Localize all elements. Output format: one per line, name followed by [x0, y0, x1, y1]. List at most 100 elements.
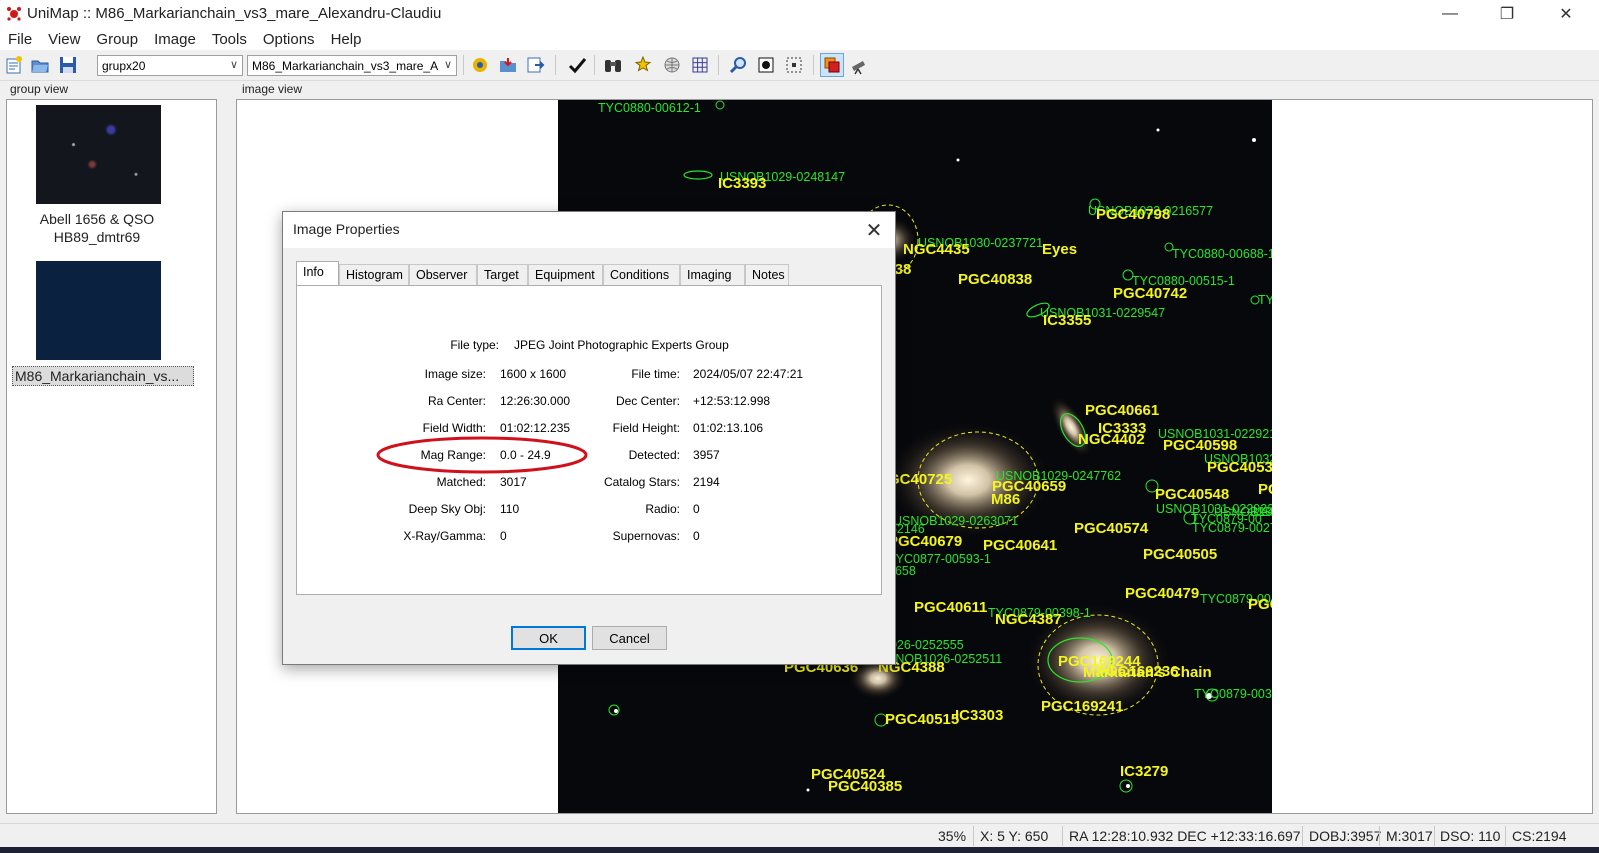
image-properties-icon[interactable]	[470, 55, 490, 75]
property-value: 0	[693, 502, 700, 516]
toolbar-separator	[594, 55, 595, 75]
property-label: Matched:	[436, 475, 486, 489]
binoculars-icon[interactable]	[603, 55, 623, 75]
toolbar-separator	[555, 55, 556, 75]
window-title: UniMap :: M86_Markarianchain_vs3_mare_Al…	[27, 5, 442, 22]
zoom-icon[interactable]	[728, 55, 748, 75]
status-separator	[973, 826, 974, 846]
menu-help[interactable]: Help	[323, 28, 370, 50]
menu-group[interactable]: Group	[88, 28, 146, 50]
tab-target[interactable]: Target	[477, 264, 528, 285]
property-value: 1600 x 1600	[500, 367, 567, 381]
property-value: 0	[693, 529, 700, 543]
minimize-button[interactable]: —	[1427, 0, 1473, 28]
ok-button[interactable]: OK	[511, 626, 586, 650]
image-view-label: image view	[242, 82, 303, 96]
property-label: File time:	[631, 367, 680, 381]
tab-imaging[interactable]: Imaging	[680, 264, 745, 285]
tab-conditions[interactable]: Conditions	[603, 264, 680, 285]
maximize-button[interactable]: ❐	[1484, 0, 1530, 28]
star-detect-icon[interactable]	[633, 55, 653, 75]
tab-notes[interactable]: Notes	[745, 264, 789, 285]
file-type-value: JPEG Joint Photographic Experts Group	[514, 338, 729, 352]
deep-sky-object-label: PGC40598	[1163, 437, 1238, 454]
dialog-close-button[interactable]: ✕	[853, 212, 895, 248]
property-label: Image size:	[424, 367, 486, 381]
checkmark-icon[interactable]	[567, 55, 587, 75]
catalog-stars-count: CS:2194	[1512, 828, 1567, 844]
deep-sky-object-label: GC40725	[888, 471, 953, 488]
group-view-panel: Abell 1656 & QSO HB89_dmtr69 M86_Markari…	[6, 99, 217, 814]
open-folder-icon[interactable]	[30, 55, 50, 75]
deep-sky-object-label: PGC40479	[1125, 585, 1200, 602]
image-select[interactable]: M86_Markarianchain_vs3_mare_A ∨	[247, 55, 457, 76]
matched-count: M:3017	[1386, 828, 1433, 844]
toolbar-separator	[463, 55, 464, 75]
status-bar: 35% X: 5 Y: 650 RA 12:28:10.932 DEC +12:…	[0, 823, 1599, 848]
deep-sky-object-label: PGC40838	[958, 271, 1033, 288]
save-icon[interactable]	[58, 55, 78, 75]
property-value: 2194	[693, 475, 720, 489]
telescope-icon[interactable]	[849, 55, 869, 75]
export-icon[interactable]	[525, 55, 545, 75]
globe-icon[interactable]	[662, 55, 682, 75]
cancel-button[interactable]: Cancel	[592, 626, 667, 650]
menu-view[interactable]: View	[40, 28, 88, 50]
property-value: 01:02:12.235	[500, 421, 571, 435]
deep-sky-object-label: NGC4435	[903, 241, 970, 258]
zoom-level: 35%	[938, 828, 967, 844]
catalog-star-label: TYC0879-00273-1	[1192, 521, 1272, 535]
layers-toggle-button[interactable]	[820, 53, 844, 77]
menu-options[interactable]: Options	[255, 28, 323, 50]
contrast-icon[interactable]	[756, 55, 776, 75]
group-select[interactable]: grupx20 ∨	[97, 55, 243, 76]
cursor-radec: RA 12:28:10.932 DEC +12:33:16.697	[1069, 828, 1301, 844]
property-label: Catalog Stars:	[603, 475, 680, 489]
close-icon: ✕	[865, 219, 883, 242]
tab-observer[interactable]: Observer	[409, 264, 477, 285]
deep-sky-object-label: IC3279	[1120, 763, 1169, 780]
property-value: 2024/05/07 22:47:21	[693, 367, 804, 381]
unimap-app-icon	[7, 7, 21, 21]
thumbnail-image[interactable]	[36, 105, 161, 204]
deep-sky-object-label: PGC40611	[914, 599, 988, 616]
status-separator	[1379, 826, 1380, 846]
thumbnail-caption-selected[interactable]: M86_Markarianchain_vs...	[12, 366, 194, 386]
deep-sky-object-label: PGC40574	[1074, 520, 1149, 537]
close-window-button[interactable]: ✕	[1543, 0, 1589, 28]
deep-sky-object-label: PGC40798	[1096, 206, 1171, 223]
menu-image[interactable]: Image	[146, 28, 204, 50]
deep-sky-object-label: IC3355	[1043, 312, 1092, 329]
property-label: Field Height:	[612, 421, 680, 435]
tab-equipment[interactable]: Equipment	[528, 264, 603, 285]
select-area-icon[interactable]	[784, 55, 804, 75]
catalog-star-label: TYC0880-00433-1	[1258, 293, 1272, 307]
title-bar: UniMap :: M86_Markarianchain_vs3_mare_Al…	[0, 0, 1599, 28]
property-label: Ra Center:	[427, 394, 486, 408]
deep-sky-object-label: IC3393	[718, 175, 767, 192]
property-value: 3957	[693, 448, 720, 462]
property-label: Detected:	[628, 448, 680, 462]
thumbnail-image[interactable]	[36, 261, 161, 360]
tab-info[interactable]: Info	[296, 261, 339, 286]
load-image-icon[interactable]	[498, 55, 518, 75]
deep-sky-object-label: Markarian's Chain	[1083, 664, 1212, 681]
dialog-title-bar: Image Properties ✕	[283, 212, 895, 248]
menu-tools[interactable]: Tools	[204, 28, 255, 50]
deep-sky-object-label: PGC40492	[1258, 481, 1272, 498]
property-label: Dec Center:	[615, 394, 680, 408]
grid-icon[interactable]	[690, 55, 710, 75]
deep-sky-object-label: PGC40679	[888, 533, 963, 550]
deep-sky-object-label: PGC169241	[1041, 698, 1124, 715]
deep-sky-object-label: M86	[991, 491, 1021, 508]
deep-sky-object-label: PGC40515	[885, 711, 960, 728]
chevron-down-icon: ∨	[229, 59, 238, 71]
chevron-down-icon: ∨	[443, 59, 452, 71]
new-group-icon[interactable]	[4, 55, 24, 75]
status-separator	[1062, 826, 1063, 846]
deep-sky-object-label: NGC4387	[995, 611, 1062, 628]
menu-file[interactable]: File	[0, 28, 40, 50]
close-icon: ✕	[1559, 6, 1573, 23]
catalog-star-label: TYC0880-00688-1	[1172, 247, 1272, 261]
tab-histogram[interactable]: Histogram	[339, 264, 409, 285]
